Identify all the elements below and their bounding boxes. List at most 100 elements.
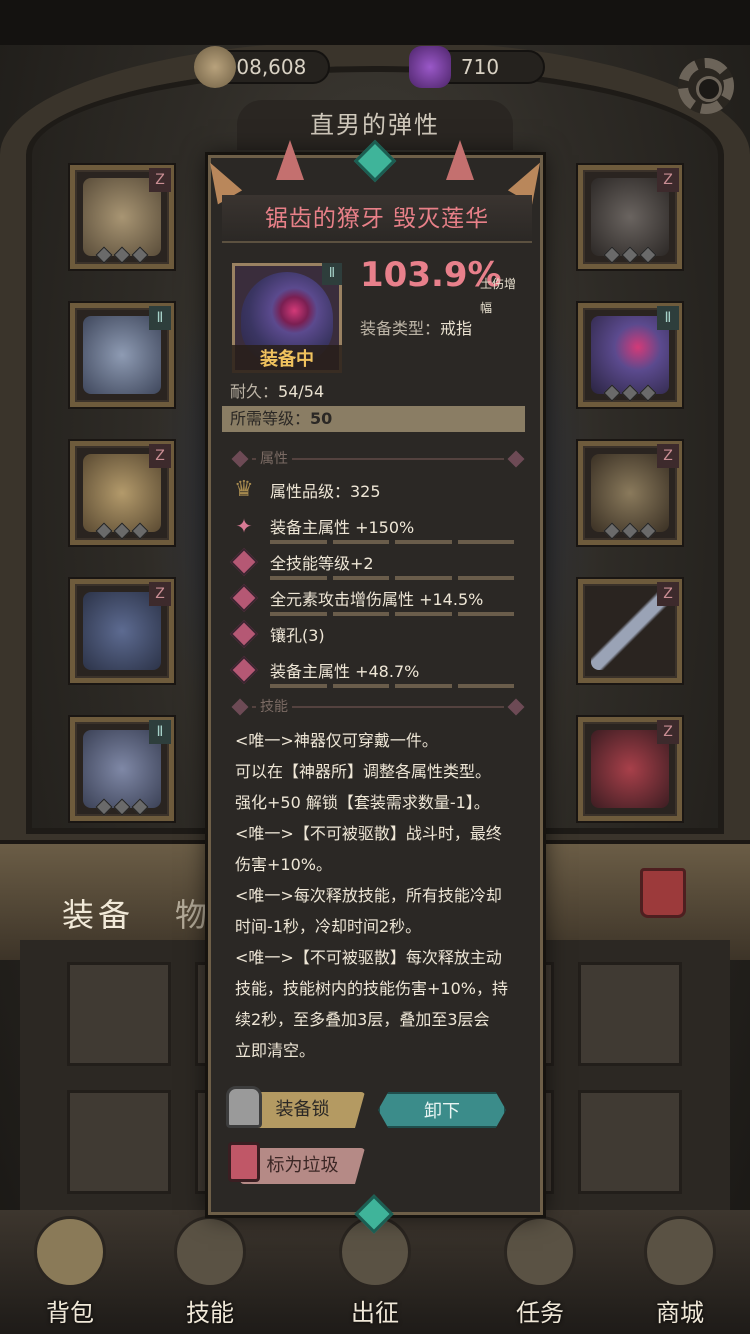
inventory-cell[interactable] bbox=[67, 962, 171, 1066]
durability-label: 耐久： bbox=[230, 382, 279, 401]
backpack-icon bbox=[34, 1216, 106, 1288]
skill-line: <唯一>每次释放技能，所有技能冷却 bbox=[235, 886, 502, 905]
nav-label: 商城 bbox=[656, 1299, 704, 1327]
attribute-text: 装备主属性 +48.7% bbox=[270, 662, 420, 681]
attribute-bar bbox=[270, 576, 514, 580]
grade-badge: Ⅱ bbox=[657, 306, 679, 330]
gold-counter: 408,608 bbox=[194, 46, 330, 88]
item-grade-badge: Ⅱ bbox=[322, 263, 342, 285]
attribute-bar bbox=[270, 684, 514, 688]
skill-line: <唯一>【不可被驱散】每次释放主动 bbox=[235, 948, 502, 967]
skill-line: 强化+50 解锁【套装需求数量-1】。 bbox=[235, 793, 490, 812]
skill-line: <唯一>神器仅可穿戴一件。 bbox=[235, 731, 438, 750]
attribute-row: 镶孔(3) bbox=[229, 619, 530, 652]
skill-line: <唯一>【不可被驱散】战斗时，最终 bbox=[235, 824, 502, 843]
equip-slot-mask[interactable]: Z bbox=[578, 165, 682, 269]
diamond-icon bbox=[229, 547, 259, 577]
grade-badge: Z bbox=[657, 168, 679, 192]
attribute-row: 全元素攻击增伤属性 +14.5% bbox=[229, 583, 530, 616]
scroll-icon bbox=[504, 1216, 576, 1288]
attribute-text: 全元素攻击增伤属性 +14.5% bbox=[270, 590, 484, 609]
inventory-cell[interactable] bbox=[67, 1090, 171, 1194]
equip-slot-ring[interactable]: Ⅱ bbox=[578, 303, 682, 407]
gem-amount: 710 bbox=[460, 55, 500, 79]
socket-row bbox=[95, 798, 155, 816]
nav-shop[interactable]: 商城 bbox=[620, 1212, 740, 1332]
grade-badge: Z bbox=[149, 582, 171, 606]
grade-badge: Ⅱ bbox=[149, 720, 171, 744]
item-main-stat-name: 土伤增幅 bbox=[480, 277, 517, 315]
skill-line: 时间-1秒，冷却时间2秒。 bbox=[235, 917, 422, 936]
star-icon: ✦ bbox=[235, 514, 253, 538]
unequip-button[interactable]: 卸下 bbox=[378, 1092, 506, 1128]
nav-label: 技能 bbox=[186, 1299, 234, 1327]
inventory-cell[interactable] bbox=[578, 1090, 682, 1194]
status-bar bbox=[0, 0, 750, 45]
equipped-label: 装备中 bbox=[232, 345, 342, 373]
diamond-icon bbox=[229, 619, 259, 649]
durability: 耐久：54/54 bbox=[230, 378, 324, 402]
attribute-text: 属性品级：325 bbox=[270, 482, 381, 501]
equip-slot-amulet[interactable]: Z bbox=[578, 441, 682, 545]
socket-row bbox=[603, 246, 663, 264]
equip-slot-boots[interactable]: Ⅱ bbox=[70, 717, 174, 821]
skill-section-header: 技能 bbox=[231, 696, 525, 716]
lock-icon bbox=[226, 1086, 262, 1128]
required-level-label: 所需等级： bbox=[230, 409, 311, 428]
nav-quests[interactable]: 任务 bbox=[480, 1212, 600, 1332]
trash-icon bbox=[228, 1142, 260, 1182]
socket-row bbox=[95, 246, 155, 264]
grade-badge: Z bbox=[149, 168, 171, 192]
equipment-type-value: 戒指 bbox=[440, 319, 473, 338]
grade-badge: Z bbox=[657, 444, 679, 468]
settings-gear-icon[interactable] bbox=[678, 58, 734, 114]
nav-skills[interactable]: 技能 bbox=[150, 1212, 270, 1332]
inventory-cell[interactable] bbox=[578, 962, 682, 1066]
section-title: 属性 bbox=[256, 448, 292, 468]
item-name: 锯齿的獠牙 毁灭莲华 bbox=[222, 195, 532, 243]
equip-slot-artifact[interactable]: Z bbox=[578, 717, 682, 821]
socket-row bbox=[603, 384, 663, 402]
attribute-text: 全技能等级+2 bbox=[270, 554, 374, 573]
attribute-text: 镶孔(3) bbox=[270, 626, 325, 645]
shop-crown-icon bbox=[644, 1216, 716, 1288]
gem-counter: 710 bbox=[409, 46, 545, 88]
tab-equipment[interactable]: 装备 bbox=[62, 890, 134, 936]
crown-icon: ♛ bbox=[234, 477, 254, 502]
coin-icon bbox=[194, 46, 236, 88]
gold-amount: 408,608 bbox=[223, 55, 307, 79]
socket-row bbox=[95, 522, 155, 540]
skill-line: 立即清空。 bbox=[235, 1041, 316, 1060]
required-level-value: 50 bbox=[310, 409, 333, 428]
skill-line: 续2秒，至多叠加3层，叠加至3层会 bbox=[235, 1010, 490, 1029]
socket-row bbox=[603, 522, 663, 540]
grade-badge: Z bbox=[657, 582, 679, 606]
diamond-icon bbox=[229, 583, 259, 613]
skill-book-icon bbox=[174, 1216, 246, 1288]
attribute-row: 全技能等级+2 bbox=[229, 547, 530, 580]
equip-slot-helmet[interactable]: Z bbox=[70, 165, 174, 269]
skill-line: 伤害+10%。 bbox=[235, 855, 332, 874]
skill-line: 可以在【神器所】调整各属性类型。 bbox=[235, 762, 492, 781]
attribute-row: ✦ 装备主属性 +150% bbox=[230, 512, 530, 544]
equip-slot-weapon[interactable]: Z bbox=[578, 579, 682, 683]
diamond-icon bbox=[229, 655, 259, 685]
attribute-bar bbox=[270, 612, 514, 616]
equip-slot-shoulder[interactable]: Z bbox=[70, 441, 174, 545]
equip-slot-pants[interactable]: Z bbox=[70, 579, 174, 683]
equip-slot-armor[interactable]: Ⅱ bbox=[70, 303, 174, 407]
trash-can-icon[interactable] bbox=[640, 868, 686, 918]
attribute-bar bbox=[270, 540, 514, 544]
purple-crystal-icon bbox=[409, 46, 451, 88]
attribute-text: 装备主属性 +150% bbox=[270, 518, 415, 537]
attribute-row: ♛ 属性品级：325 bbox=[230, 476, 530, 508]
equipment-type-label: 装备类型： bbox=[360, 319, 441, 338]
skill-line: 技能，技能树内的技能伤害+10%，持 bbox=[235, 979, 508, 998]
grade-badge: Z bbox=[149, 444, 171, 468]
section-title: 技能 bbox=[256, 696, 292, 716]
grade-badge: Z bbox=[657, 720, 679, 744]
nav-backpack[interactable]: 背包 bbox=[10, 1212, 130, 1332]
skill-description: <唯一>神器仅可穿戴一件。 可以在【神器所】调整各属性类型。 强化+50 解锁【… bbox=[235, 725, 533, 1066]
attribute-section-header: 属性 bbox=[231, 448, 525, 468]
durability-value: 54/54 bbox=[278, 382, 325, 401]
